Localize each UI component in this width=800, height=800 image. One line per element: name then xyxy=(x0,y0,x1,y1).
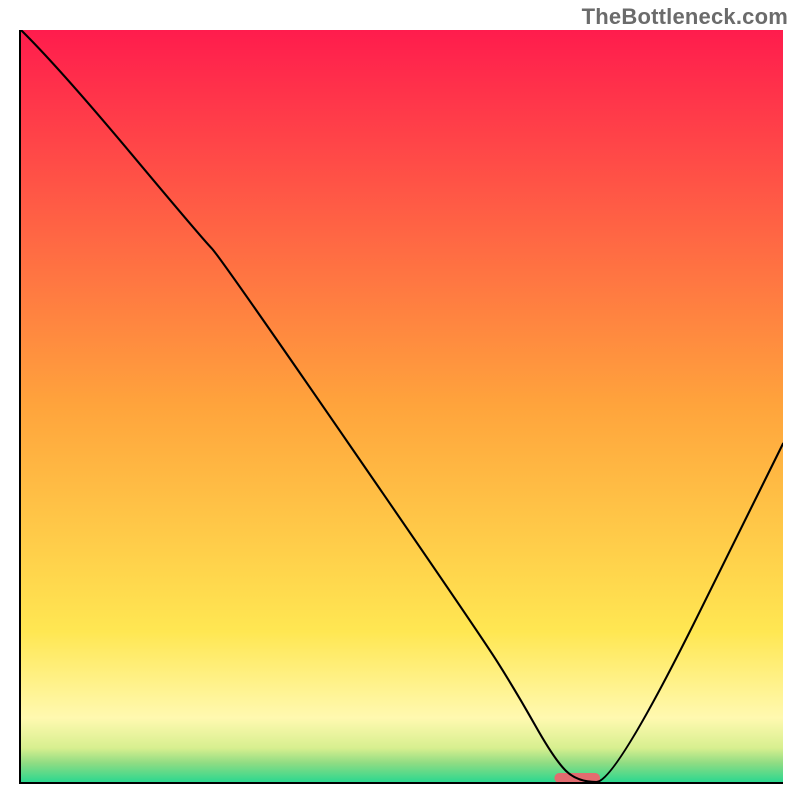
figure-frame: TheBottleneck.com xyxy=(0,0,800,800)
gradient-fill xyxy=(21,30,783,782)
watermark-label: TheBottleneck.com xyxy=(582,4,788,30)
plot-area xyxy=(19,30,783,784)
chart-svg xyxy=(21,30,783,782)
